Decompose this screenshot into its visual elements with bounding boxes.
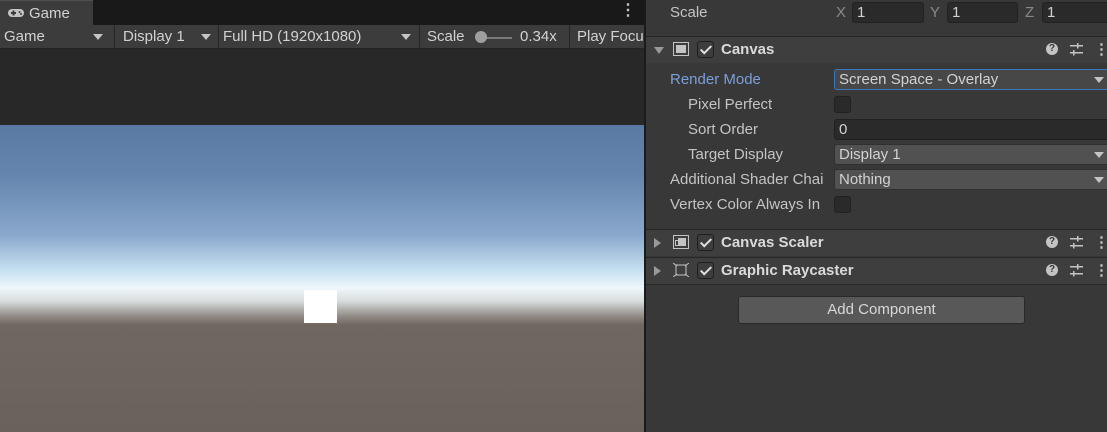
sort-order-label: Sort Order [688,121,759,138]
canvas-component-title: Canvas [721,41,775,58]
target-display-row: Target Display Display 1 [646,142,1107,167]
target-display-dropdown[interactable]: Display 1 [834,144,1107,165]
chevron-down-icon [401,34,411,40]
vertex-color-row: Vertex Color Always In [646,192,1107,217]
tab-game-label: Game [29,4,70,22]
toolbar-divider [218,25,219,49]
scale-slider-handle[interactable] [475,31,487,43]
foldout-collapsed-icon[interactable] [654,266,661,276]
game-render-viewport[interactable] [0,125,644,432]
component-menu-icon[interactable]: ⋮ [1094,235,1107,250]
game-toolbar: Game Display 1 Full HD (1920x1080) Scale… [0,25,644,49]
mode-dropdown-label: Game [4,28,45,45]
scale-x-field[interactable]: 1 [852,2,924,23]
scale-z-field[interactable]: 1 [1042,2,1107,23]
tab-menu-icon[interactable]: ⋮ [620,3,636,19]
display-dropdown-label: Display 1 [123,28,185,45]
render-mode-dropdown[interactable]: Screen Space - Overlay [834,69,1107,90]
presets-icon[interactable] [1070,264,1083,277]
scale-x-label[interactable]: X [836,0,846,25]
help-icon[interactable]: ? [1046,264,1058,276]
chevron-down-icon [1094,177,1104,183]
chevron-down-icon [1094,152,1104,158]
canvas-enabled-checkbox[interactable] [697,41,714,58]
presets-icon[interactable] [1070,236,1083,249]
target-display-label: Target Display [688,146,784,163]
canvas-scaler-enabled-checkbox[interactable] [697,234,714,251]
transform-scale-row: Scale X 1 Y 1 Z 1 [646,0,1107,25]
play-focused-dropdown[interactable]: Play Focu [577,25,644,49]
scale-y-field[interactable]: 1 [947,2,1018,23]
pixel-perfect-row: Pixel Perfect [646,92,1107,117]
chevron-down-icon [201,34,211,40]
graphic-raycaster-icon [673,263,689,277]
render-mode-label: Render Mode [670,71,761,88]
render-mode-value: Screen Space - Overlay [839,71,999,88]
canvas-component-header[interactable]: Canvas ? ⋮ [646,36,1107,63]
sort-order-row: Sort Order 0 [646,117,1107,142]
tab-game[interactable]: Game [0,0,93,25]
game-tab-bar: Game ⋮ [0,0,644,25]
render-mode-row: Render Mode Screen Space - Overlay [646,67,1107,92]
ui-image-square [304,290,337,323]
graphic-raycaster-enabled-checkbox[interactable] [697,262,714,279]
canvas-scaler-icon [673,235,689,249]
presets-icon[interactable] [1070,43,1083,56]
graphic-raycaster-component-header[interactable]: Graphic Raycaster ? ⋮ [646,257,1107,284]
add-component-button[interactable]: Add Component [738,296,1025,324]
shader-channels-row: Additional Shader Chai Nothing [646,167,1107,192]
scale-label: Scale [427,28,465,45]
pixel-perfect-label: Pixel Perfect [688,96,773,113]
vertex-color-label: Vertex Color Always In [670,196,821,213]
sort-order-field[interactable]: 0 [834,119,1107,140]
chevron-down-icon [1094,77,1104,83]
display-dropdown[interactable]: Display 1 [123,25,217,49]
resolution-dropdown[interactable]: Full HD (1920x1080) [223,25,417,49]
toolbar-divider [114,25,115,49]
help-icon[interactable]: ? [1046,43,1058,55]
mode-dropdown[interactable]: Game [4,25,109,49]
pixel-perfect-checkbox[interactable] [834,96,851,113]
resolution-dropdown-label: Full HD (1920x1080) [223,28,362,45]
foldout-collapsed-icon[interactable] [654,238,661,248]
shader-channels-dropdown[interactable]: Nothing [834,169,1107,190]
shader-channels-value: Nothing [839,171,891,188]
canvas-scaler-title: Canvas Scaler [721,234,824,251]
vertex-color-checkbox[interactable] [834,196,851,213]
scale-z-label[interactable]: Z [1025,0,1034,25]
gamepad-icon [8,9,24,17]
shader-channels-label: Additional Shader Chai [670,171,824,188]
component-menu-icon[interactable]: ⋮ [1094,42,1107,57]
component-menu-icon[interactable]: ⋮ [1094,263,1107,278]
chevron-down-icon [93,34,103,40]
toolbar-divider [569,25,570,49]
toolbar-divider [419,25,420,49]
canvas-scaler-component-header[interactable]: Canvas Scaler ? ⋮ [646,229,1107,256]
scale-row-label: Scale [670,4,708,21]
canvas-icon [673,42,689,56]
graphic-raycaster-title: Graphic Raycaster [721,262,854,279]
foldout-expanded-icon[interactable] [654,47,664,54]
help-icon[interactable]: ? [1046,236,1058,248]
inspector-panel: Scale X 1 Y 1 Z 1 Canvas ? ⋮ Render Mode… [646,0,1107,432]
game-view-panel: Game ⋮ Game Display 1 Full HD (1920x1080… [0,0,644,432]
scale-y-label[interactable]: Y [930,0,940,25]
component-divider [646,284,1107,285]
target-display-value: Display 1 [839,146,901,163]
scale-value: 0.34x [520,28,557,45]
